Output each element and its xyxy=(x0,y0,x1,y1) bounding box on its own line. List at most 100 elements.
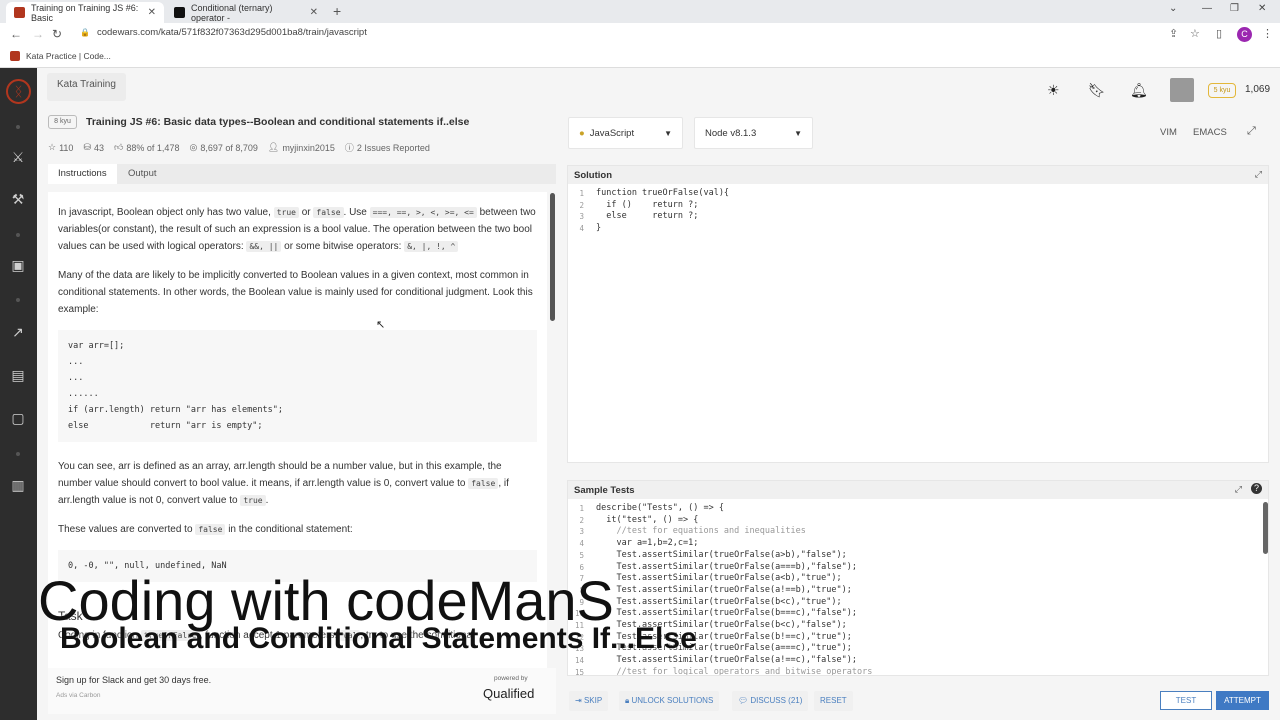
share-icon[interactable]: ⇪ xyxy=(1169,27,1178,40)
kyu-badge: 8 kyu xyxy=(48,115,77,129)
expand-solution-icon[interactable]: ⤢ xyxy=(1255,169,1262,180)
side-panel-icon[interactable]: ▯ xyxy=(1216,27,1222,40)
fullscreen-icon[interactable]: ⤢ xyxy=(1247,125,1256,138)
tab-instructions[interactable]: Instructions xyxy=(48,164,117,184)
warning-icon: ⓘ xyxy=(344,143,354,153)
instructions-scrollbar[interactable] xyxy=(550,193,555,321)
reload-icon[interactable]: ↻ xyxy=(52,27,62,41)
test-button[interactable]: TEST xyxy=(1160,691,1212,710)
codewars-logo-icon[interactable]: ᛝ xyxy=(6,79,31,104)
javascript-icon: ● xyxy=(579,127,585,139)
inline-code: ===, ==, >, <, >=, <= xyxy=(369,207,477,218)
ad-text[interactable]: Sign up for Slack and get 30 days free. xyxy=(56,675,211,685)
chevron-down-icon: ▼ xyxy=(664,128,672,138)
skip-button[interactable]: ⇥ SKIP xyxy=(569,691,609,711)
stars-stat[interactable]: ☆ 110 xyxy=(48,141,73,154)
code-line[interactable]: Test.assertSimilar(trueOrFalse(a===b),"f… xyxy=(596,562,872,574)
browser-menu-icon[interactable]: ⋮ xyxy=(1262,27,1273,40)
language-select[interactable]: ● JavaScript ▼ xyxy=(568,117,683,149)
code-line[interactable]: Test.assertSimilar(trueOrFalse(a!==b),"t… xyxy=(596,585,872,597)
docs-icon[interactable]: ▥ xyxy=(9,476,27,494)
code-line[interactable]: else return ?; xyxy=(596,211,729,223)
issues-stat[interactable]: ⓘ 2 Issues Reported xyxy=(345,141,430,154)
description-tabs: Instructions Output xyxy=(48,164,556,184)
line-number: 4 xyxy=(579,539,584,549)
theme-toggle-icon[interactable]: ☀ xyxy=(1047,82,1060,99)
close-tab-icon[interactable]: ✕ xyxy=(142,7,156,18)
reset-button[interactable]: RESET xyxy=(814,691,853,711)
new-tab-button[interactable]: + xyxy=(333,3,341,19)
code-line[interactable]: Test.assertSimilar(trueOrFalse(a<b),"tru… xyxy=(596,573,872,585)
forward-icon[interactable]: → xyxy=(32,27,44,41)
collection-icon: ⛁ xyxy=(83,142,91,152)
kata-title: Training JS #6: Basic data types--Boolea… xyxy=(86,116,470,128)
expand-tests-icon[interactable]: ⤢ xyxy=(1235,484,1242,495)
user-icon: 👤︎ xyxy=(267,142,280,152)
code-line[interactable]: Test.assertSimilar(trueOrFalse(b<c),"tru… xyxy=(596,597,872,609)
code-line[interactable]: var a=1,b=2,c=1; xyxy=(596,538,872,550)
code-line[interactable]: it("test", () => { xyxy=(596,515,872,527)
attempt-button[interactable]: ATTEMPT xyxy=(1216,691,1269,710)
help-icon[interactable]: ? xyxy=(1251,483,1262,494)
vim-mode-toggle[interactable]: VIM xyxy=(1160,127,1177,138)
kata-training-button[interactable]: Kata Training xyxy=(47,73,126,101)
back-icon[interactable]: ← xyxy=(10,27,22,41)
code-line[interactable]: Test.assertSimilar(trueOrFalse(a>b),"fal… xyxy=(596,550,872,562)
line-number: 14 xyxy=(574,656,584,666)
instructions-paragraph: These values are converted to false in t… xyxy=(58,524,353,535)
user-avatar[interactable] xyxy=(1170,78,1194,102)
code-line[interactable]: } xyxy=(596,223,729,235)
code-line[interactable]: //test for equations and inequalities xyxy=(596,526,872,538)
browser-tab-codewars[interactable]: Training on Training JS #6: Basic ✕ xyxy=(6,2,164,23)
minimize-icon[interactable]: — xyxy=(1202,3,1212,14)
code-line[interactable]: Test.assertSimilar(trueOrFalse(b===c),"f… xyxy=(596,608,872,620)
tab-title: Training on Training JS #6: Basic xyxy=(31,2,139,23)
practice-icon[interactable]: ⚒ xyxy=(9,190,27,208)
url-text: codewars.com/kata/571f832f07363d295d001b… xyxy=(96,27,367,38)
chat-icon[interactable]: ▤ xyxy=(9,366,27,384)
restore-icon[interactable]: ❐ xyxy=(1230,3,1239,14)
tests-scrollbar[interactable] xyxy=(1263,502,1268,554)
line-number: 2 xyxy=(579,515,584,525)
line-number: 15 xyxy=(574,667,584,675)
training-icon[interactable]: ⚔ xyxy=(9,148,27,166)
qualified-logo[interactable]: Qualified xyxy=(483,686,534,701)
inline-code: true xyxy=(273,207,299,218)
notification-bell-icon[interactable]: 🔔︎ xyxy=(1130,82,1148,99)
collections-stat[interactable]: ⛁ 43 xyxy=(83,141,104,154)
satisfaction-stat: 👍︎ 88% of 1,478 xyxy=(114,142,180,153)
solution-editor[interactable]: function trueOrFalse(val){ if () return … xyxy=(596,188,729,235)
bookmark-star-icon[interactable]: ☆ xyxy=(1190,27,1200,40)
honor-count: 1,069 xyxy=(1245,84,1271,95)
close-window-icon[interactable]: ✕ xyxy=(1258,3,1266,14)
instructions-paragraph: In javascript, Boolean object only has t… xyxy=(58,207,536,252)
code-line[interactable]: Test.assertSimilar(trueOrFalse(a!==c),"f… xyxy=(596,655,872,667)
bookmark-kata-practice[interactable]: Kata Practice | Code... xyxy=(26,51,111,61)
discuss-icon[interactable]: ▢ xyxy=(9,409,27,427)
powered-by-label: powered by xyxy=(494,675,528,682)
career-icon[interactable]: ▣ xyxy=(9,256,27,274)
leaderboard-icon[interactable]: ↗ xyxy=(9,323,27,341)
line-number: 2 xyxy=(579,200,584,210)
bookmark-kata-icon[interactable]: 🔖︎ xyxy=(1088,82,1106,99)
close-tab-icon[interactable]: ✕ xyxy=(304,7,318,18)
code-line[interactable]: function trueOrFalse(val){ xyxy=(596,188,729,200)
code-line[interactable]: if () return ?; xyxy=(596,200,729,212)
sidebar-separator xyxy=(16,233,20,237)
tab-search-icon[interactable]: ⌄ xyxy=(1169,3,1177,14)
author-stat[interactable]: 👤︎ myjinxin2015 xyxy=(268,141,335,154)
browser-tab-mdn[interactable]: Conditional (ternary) operator - ✕ xyxy=(166,2,326,23)
inline-code: &&, || xyxy=(246,241,282,252)
tab-output[interactable]: Output xyxy=(118,164,167,184)
code-line[interactable]: //test for logical operators and bitwise… xyxy=(596,667,872,675)
address-bar-row: ← → ↻ 🔒 codewars.com/kata/571f832f07363d… xyxy=(0,23,1280,46)
ad-source[interactable]: Ads via Carbon xyxy=(56,692,100,699)
url-field[interactable]: 🔒 codewars.com/kata/571f832f07363d295d00… xyxy=(80,27,367,38)
profile-avatar[interactable]: C xyxy=(1237,27,1252,42)
line-number: 1 xyxy=(579,189,584,198)
unlock-solutions-button[interactable]: 🔒︎ UNLOCK SOLUTIONS xyxy=(619,691,720,711)
version-select[interactable]: Node v8.1.3 ▼ xyxy=(694,117,813,149)
discuss-button[interactable]: 💬︎ DISCUSS (21) xyxy=(732,691,809,711)
emacs-mode-toggle[interactable]: EMACS xyxy=(1193,127,1227,138)
code-line[interactable]: describe("Tests", () => { xyxy=(596,503,872,515)
